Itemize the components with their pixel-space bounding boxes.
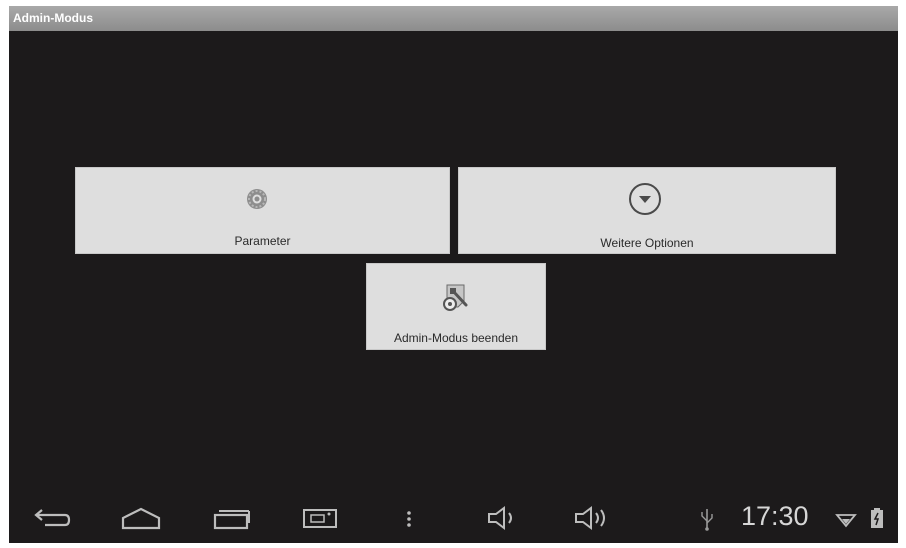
- home-icon[interactable]: [119, 503, 163, 538]
- usb-icon: [697, 503, 717, 538]
- parameter-label: Parameter: [234, 234, 291, 248]
- parameter-button[interactable]: Parameter: [75, 167, 450, 254]
- recent-apps-icon[interactable]: [209, 503, 253, 538]
- wifi-icon: [835, 503, 857, 538]
- menu-icon[interactable]: [401, 503, 417, 538]
- weitere-optionen-label: Weitere Optionen: [600, 236, 694, 250]
- dropdown-circle-icon: [628, 182, 662, 221]
- admin-modus-beenden-label: Admin-Modus beenden: [393, 331, 519, 345]
- battery-icon: [869, 503, 885, 538]
- title-bar: Admin-Modus: [9, 6, 898, 31]
- tablet-screen: Admin-Modus Parameter Weitere Optionen A…: [9, 6, 898, 543]
- screenshot-icon[interactable]: [301, 503, 341, 538]
- admin-modus-beenden-button[interactable]: Admin-Modus beenden: [366, 263, 546, 350]
- gear-icon: [245, 187, 269, 216]
- volume-down-icon[interactable]: [483, 503, 523, 538]
- weitere-optionen-button[interactable]: Weitere Optionen: [458, 167, 836, 254]
- window-title: Admin-Modus: [13, 11, 93, 25]
- volume-up-icon[interactable]: [570, 503, 614, 538]
- navigation-bar: 17:30: [9, 493, 898, 543]
- tools-icon: [438, 281, 472, 320]
- back-icon[interactable]: [31, 503, 71, 538]
- clock: 17:30: [741, 501, 809, 531]
